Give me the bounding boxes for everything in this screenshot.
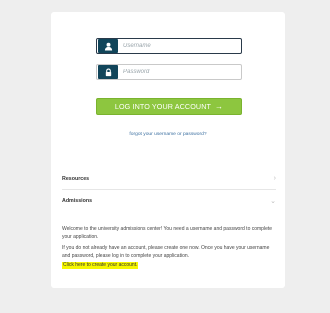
admissions-instructions-text: If you do not already have an account, p… — [62, 245, 270, 259]
user-icon — [98, 39, 118, 53]
resources-title: Resources — [62, 175, 90, 182]
username-input[interactable] — [118, 40, 238, 52]
forgot-credentials-link[interactable]: forgot your username or password? — [51, 132, 285, 137]
admissions-section-header[interactable]: Admissions ⌄ — [62, 197, 276, 205]
password-input[interactable] — [118, 66, 238, 78]
username-field[interactable] — [96, 38, 242, 54]
login-card: LOG INTO YOUR ACCOUNT → forgot your user… — [51, 12, 285, 288]
password-field[interactable] — [96, 64, 242, 80]
section-divider — [62, 189, 276, 190]
admissions-title: Admissions — [62, 198, 93, 204]
chevron-down-icon: ⌄ — [270, 198, 276, 205]
chevron-right-icon: › — [273, 175, 276, 182]
arrow-right-icon: → — [214, 102, 224, 111]
resources-section-header[interactable]: Resources › — [62, 175, 276, 182]
create-account-link[interactable]: Click here to create your account. — [62, 262, 139, 269]
lock-icon — [98, 65, 118, 79]
admissions-welcome-text: Welcome to the university admissions cen… — [62, 226, 273, 240]
login-button[interactable]: LOG INTO YOUR ACCOUNT → — [96, 98, 242, 115]
login-button-label: LOG INTO YOUR ACCOUNT — [114, 102, 211, 111]
